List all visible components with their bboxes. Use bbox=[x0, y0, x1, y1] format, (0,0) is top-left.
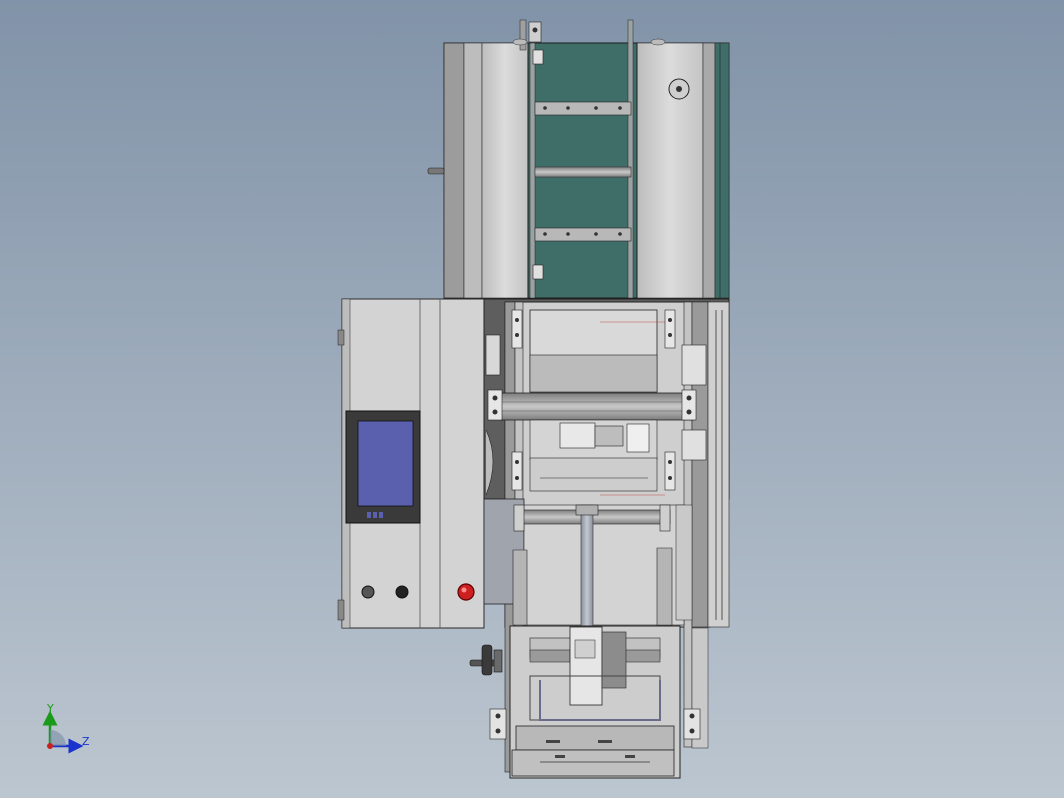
emergency-stop-button[interactable] bbox=[457, 583, 475, 601]
cad-viewport[interactable]: Y Z bbox=[0, 0, 1064, 798]
z-axis-label: Z bbox=[82, 735, 90, 748]
start-button[interactable] bbox=[361, 585, 375, 599]
machine-model[interactable] bbox=[337, 19, 730, 779]
origin-marker bbox=[47, 743, 53, 749]
hmi-display[interactable] bbox=[357, 420, 414, 507]
bottom-carriage bbox=[489, 625, 701, 779]
stop-button[interactable] bbox=[395, 585, 409, 599]
triad-origin-arc bbox=[50, 730, 66, 746]
slide-block bbox=[569, 626, 603, 706]
handwheel[interactable] bbox=[469, 644, 503, 676]
top-enclosure bbox=[427, 19, 730, 299]
axis-triad: Y Z bbox=[42, 702, 90, 754]
control-cabinet bbox=[337, 298, 485, 629]
cross-beam bbox=[499, 392, 694, 421]
hmi-touchscreen[interactable] bbox=[345, 410, 421, 524]
y-axis-label: Y bbox=[46, 702, 54, 715]
